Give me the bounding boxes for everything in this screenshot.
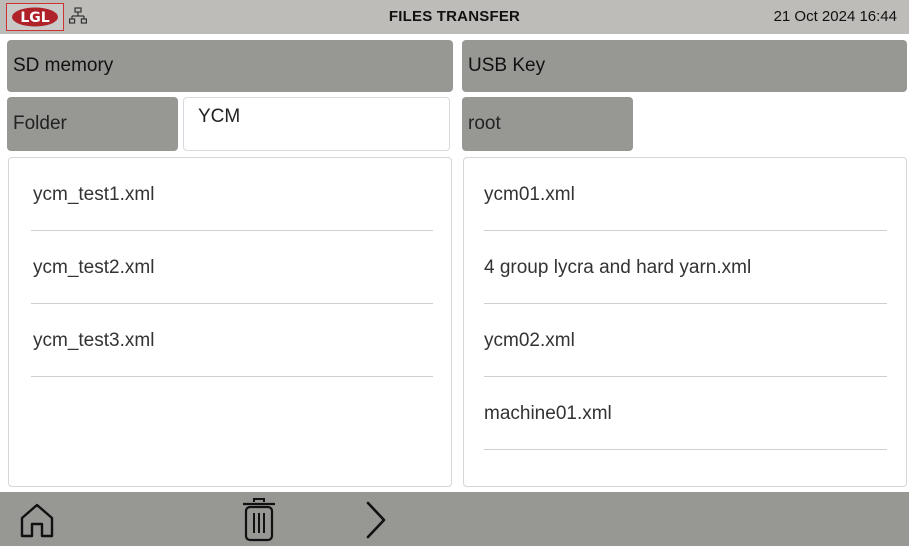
usb-folder-button[interactable]: root: [462, 97, 633, 151]
sd-file-item[interactable]: ycm_test3.xml: [31, 304, 433, 377]
delete-button[interactable]: [236, 492, 282, 546]
usb-file-item[interactable]: 4 group lycra and hard yarn.xml: [484, 231, 887, 304]
next-button[interactable]: [358, 492, 398, 546]
usb-key-header: USB Key: [462, 40, 907, 92]
sd-file-list[interactable]: ycm_test1.xml ycm_test2.xml ycm_test3.xm…: [8, 157, 452, 487]
usb-file-item[interactable]: ycm02.xml: [484, 304, 887, 377]
sd-file-item[interactable]: ycm_test2.xml: [31, 231, 433, 304]
folder-label: Folder: [7, 97, 178, 151]
sd-file-item[interactable]: ycm_test1.xml: [31, 158, 433, 231]
usb-file-list[interactable]: ycm01.xml 4 group lycra and hard yarn.xm…: [463, 157, 907, 487]
top-bar: LGL FILES TRANSFER 21 Oct 2024 16:44: [0, 0, 909, 34]
usb-file-item[interactable]: machine01.xml: [484, 377, 887, 450]
datetime-display: 21 Oct 2024 16:44: [773, 8, 897, 25]
chevron-right-icon: [366, 501, 386, 539]
home-icon: [20, 503, 54, 538]
home-button[interactable]: [12, 492, 62, 546]
usb-file-item[interactable]: ycm01.xml: [484, 158, 887, 231]
folder-input[interactable]: YCM: [183, 97, 450, 151]
sd-memory-header: SD memory: [7, 40, 453, 92]
trash-icon: [243, 498, 275, 542]
bottom-toolbar: [0, 492, 909, 546]
